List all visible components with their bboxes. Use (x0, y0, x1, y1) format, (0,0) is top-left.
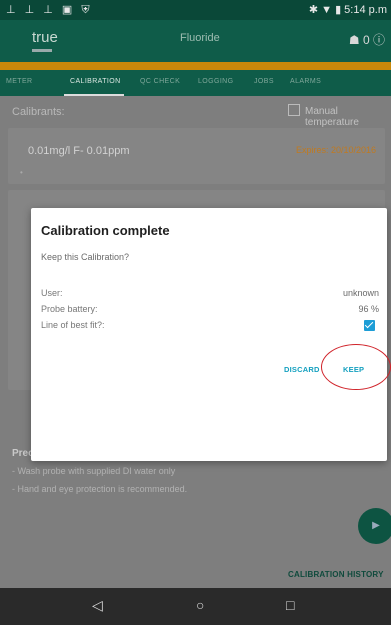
app-logo: true (32, 29, 58, 46)
manual-temperature-label: Manual temperature (305, 106, 359, 128)
discard-button[interactable]: DISCARD (284, 365, 320, 374)
tab-alarms[interactable]: ALARMS (290, 78, 321, 85)
precaution-item: - Wash probe with supplied DI water only (12, 466, 176, 476)
calibration-complete-dialog: Calibration complete Keep this Calibrati… (31, 208, 391, 461)
probe-battery-value: 96 % (358, 304, 379, 314)
back-icon[interactable]: ◁ (92, 597, 103, 614)
tab-meter[interactable]: METER (6, 78, 33, 85)
precaution-item: - Hand and eye protection is recommended… (12, 484, 188, 494)
tab-qc-check[interactable]: QC CHECK (140, 78, 180, 85)
home-icon[interactable]: ○ (196, 597, 204, 613)
calibrant-text: 0.01mg/l F- 0.01ppm (28, 145, 130, 157)
app-bar: true Fluoride ☗ 0 ⓘ (0, 20, 391, 62)
notification-icons: ⊥ ⊥ ⊥ ▣ ⛨ (6, 4, 93, 16)
calibrant-dot: • (20, 168, 23, 177)
line-of-best-fit-checkbox[interactable] (364, 320, 375, 331)
logo-underline (32, 49, 52, 52)
app-title: Fluoride (180, 32, 220, 44)
user-label: User: (41, 288, 63, 298)
dialog-title: Calibration complete (41, 223, 170, 238)
tab-logging[interactable]: LOGGING (198, 78, 233, 85)
tab-bar: METER CALIBRATION QC CHECK LOGGING JOBS … (0, 70, 391, 96)
tab-calibration[interactable]: CALIBRATION (70, 78, 121, 85)
play-button[interactable]: ▶ (358, 508, 391, 544)
tab-jobs[interactable]: JOBS (254, 78, 274, 85)
probe-battery-label: Probe battery: (41, 304, 98, 314)
calibrants-label: Calibrants: (12, 106, 65, 118)
calibration-history-button[interactable]: CALIBRATION HISTORY (288, 570, 384, 579)
dialog-question: Keep this Calibration? (41, 252, 130, 262)
line-of-best-fit-label: Line of best fit?: (41, 320, 105, 330)
keep-highlight-annotation (321, 344, 391, 390)
orange-strip (0, 62, 391, 70)
recents-icon[interactable]: □ (286, 597, 294, 613)
navigation-bar: ◁ ○ □ (0, 588, 391, 625)
manual-temperature-checkbox[interactable] (288, 104, 300, 116)
app-bar-actions[interactable]: ☗ 0 ⓘ (349, 31, 385, 48)
status-bar: ⊥ ⊥ ⊥ ▣ ⛨ ✱ ▼ ▮ 5:14 p.m (0, 0, 391, 20)
calibrant-expiry: Expires: 20/10/2016 (296, 145, 377, 155)
status-right: ✱ ▼ ▮ 5:14 p.m (308, 4, 387, 16)
user-value: unknown (342, 288, 379, 298)
play-icon: ▶ (372, 520, 380, 531)
